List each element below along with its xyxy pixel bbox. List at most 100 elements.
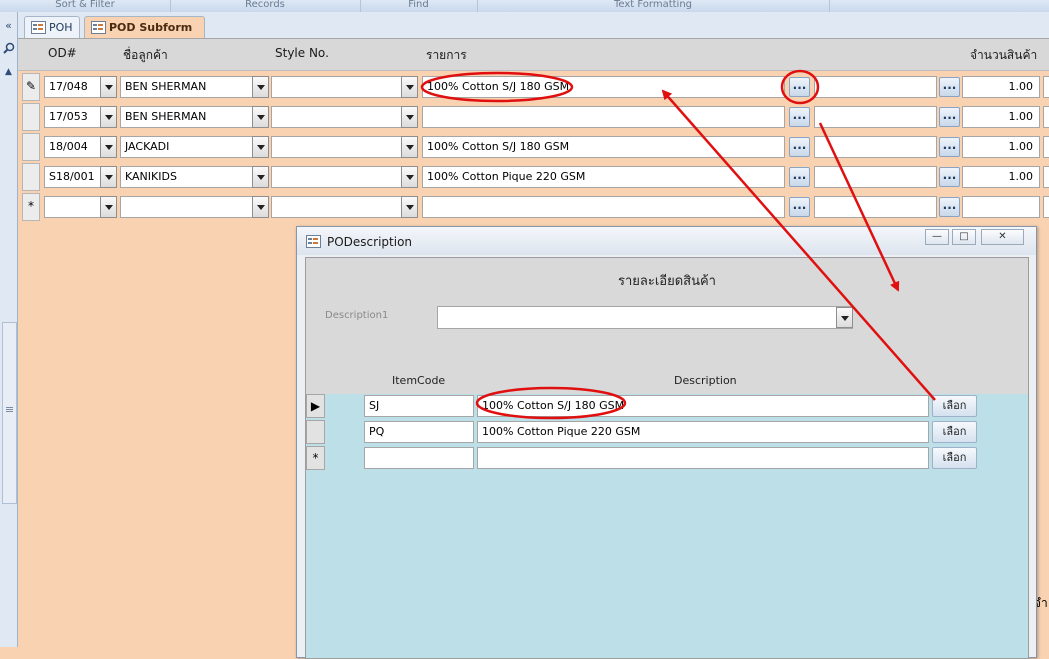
description1-dropdown-button[interactable]	[836, 307, 853, 328]
style-dropdown-button[interactable]	[401, 166, 418, 188]
next-column-field[interactable]	[1043, 166, 1049, 188]
od-dropdown-button[interactable]	[100, 136, 117, 158]
record-selector[interactable]	[306, 420, 325, 444]
item-field[interactable]: 100% Cotton S/J 180 GSM	[422, 76, 785, 98]
style-dropdown-button[interactable]	[401, 106, 418, 128]
item-lookup-button[interactable]: ...	[789, 167, 810, 187]
customer-field[interactable]: BEN SHERMAN	[120, 106, 254, 128]
description1-combo[interactable]	[437, 306, 853, 329]
record-selector[interactable]: *	[22, 193, 40, 221]
extra-lookup-button[interactable]: ...	[939, 137, 960, 157]
customer-dropdown-button[interactable]	[252, 136, 269, 158]
extra-lookup-button[interactable]: ...	[939, 197, 960, 217]
record-selector[interactable]	[22, 163, 40, 191]
ribbon-group-sort-filter: Sort & Filter	[0, 0, 171, 12]
style-field[interactable]	[271, 106, 405, 128]
record-selector[interactable]	[22, 103, 40, 131]
nav-scrollbar[interactable]	[2, 322, 17, 504]
itemcode-field[interactable]: SJ	[364, 395, 474, 417]
record-selector[interactable]: ▶	[306, 394, 325, 418]
column-header-qty[interactable]: จำนวนสินค้า	[970, 46, 1037, 65]
qty-field[interactable]: 1.00	[962, 136, 1040, 158]
select-button[interactable]: เลือก	[932, 447, 977, 469]
od-dropdown-button[interactable]	[100, 106, 117, 128]
collapse-nav-icon[interactable]: «	[1, 18, 16, 34]
customer-dropdown-button[interactable]	[252, 106, 269, 128]
next-column-field[interactable]	[1043, 106, 1049, 128]
extra-field[interactable]	[814, 196, 937, 218]
ribbon-group-records: Records	[170, 0, 361, 12]
description-field[interactable]: 100% Cotton S/J 180 GSM	[477, 395, 929, 417]
od-dropdown-button[interactable]	[100, 76, 117, 98]
item-field[interactable]	[422, 196, 785, 218]
record-selector-glyph: ▶	[310, 399, 321, 413]
od-dropdown-button[interactable]	[100, 166, 117, 188]
customer-field[interactable]	[120, 196, 254, 218]
extra-field[interactable]	[814, 166, 937, 188]
extra-lookup-button[interactable]: ...	[939, 107, 960, 127]
item-lookup-button[interactable]: ...	[789, 137, 810, 157]
table-row: ✎ 17/048 BEN SHERMAN 100% Cotton S/J 180…	[0, 73, 1049, 101]
customer-dropdown-button[interactable]	[252, 196, 269, 218]
minimize-button[interactable]: —	[925, 229, 949, 245]
ribbon-group-find: Find	[360, 0, 478, 12]
item-field[interactable]	[422, 106, 785, 128]
record-selector[interactable]: *	[306, 446, 325, 470]
next-column-field[interactable]	[1043, 76, 1049, 98]
od-dropdown-button[interactable]	[100, 196, 117, 218]
tab-poh-label: POH	[49, 21, 73, 34]
next-column-field[interactable]	[1043, 136, 1049, 158]
style-dropdown-button[interactable]	[401, 136, 418, 158]
close-button[interactable]: ✕	[981, 229, 1024, 245]
customer-dropdown-button[interactable]	[252, 76, 269, 98]
extra-field[interactable]	[814, 106, 937, 128]
style-field[interactable]	[271, 196, 405, 218]
item-field[interactable]: 100% Cotton S/J 180 GSM	[422, 136, 785, 158]
qty-field[interactable]	[962, 196, 1040, 218]
tab-poh[interactable]: POH	[24, 16, 80, 38]
record-selector[interactable]	[22, 133, 40, 161]
column-header-item[interactable]: รายการ	[426, 46, 467, 65]
record-selector[interactable]: ✎	[22, 73, 40, 101]
itemcode-field[interactable]: PQ	[364, 421, 474, 443]
select-button[interactable]: เลือก	[932, 421, 977, 443]
column-header-od[interactable]: OD#	[48, 46, 77, 60]
maximize-button[interactable]: □	[952, 229, 976, 245]
style-field[interactable]	[271, 76, 405, 98]
search-icon[interactable]	[1, 42, 16, 58]
column-header-customer[interactable]: ชื่อลูกค้า	[123, 46, 168, 65]
extra-lookup-button[interactable]: ...	[939, 167, 960, 187]
customer-dropdown-button[interactable]	[252, 166, 269, 188]
customer-field[interactable]: JACKADI	[120, 136, 254, 158]
description-field[interactable]: 100% Cotton Pique 220 GSM	[477, 421, 929, 443]
column-header-style[interactable]: Style No.	[275, 46, 329, 60]
style-dropdown-button[interactable]	[401, 196, 418, 218]
customer-field[interactable]: KANIKIDS	[120, 166, 254, 188]
extra-lookup-button[interactable]: ...	[939, 77, 960, 97]
form-heading: รายละเอียดสินค้า	[618, 274, 716, 289]
extra-field[interactable]	[814, 136, 937, 158]
od-field[interactable]: 17/048	[44, 76, 102, 98]
extra-field[interactable]	[814, 76, 937, 98]
style-dropdown-button[interactable]	[401, 76, 418, 98]
od-field[interactable]: S18/001	[44, 166, 102, 188]
item-lookup-button[interactable]: ...	[789, 197, 810, 217]
style-field[interactable]	[271, 166, 405, 188]
style-field[interactable]	[271, 136, 405, 158]
qty-field[interactable]: 1.00	[962, 166, 1040, 188]
itemcode-field[interactable]	[364, 447, 474, 469]
qty-field[interactable]: 1.00	[962, 106, 1040, 128]
item-field[interactable]: 100% Cotton Pique 220 GSM	[422, 166, 785, 188]
customer-field[interactable]: BEN SHERMAN	[120, 76, 254, 98]
item-lookup-button[interactable]: ...	[789, 107, 810, 127]
qty-field[interactable]: 1.00	[962, 76, 1040, 98]
od-field[interactable]	[44, 196, 102, 218]
select-button[interactable]: เลือก	[932, 395, 977, 417]
tab-pod-subform[interactable]: POD Subform	[84, 16, 206, 38]
item-lookup-button[interactable]: ...	[789, 77, 810, 97]
next-column-field[interactable]	[1043, 196, 1049, 218]
od-field[interactable]: 17/053	[44, 106, 102, 128]
od-field[interactable]: 18/004	[44, 136, 102, 158]
description-field[interactable]	[477, 447, 929, 469]
window-titlebar[interactable]: PODescription — □ ✕	[297, 227, 1036, 255]
